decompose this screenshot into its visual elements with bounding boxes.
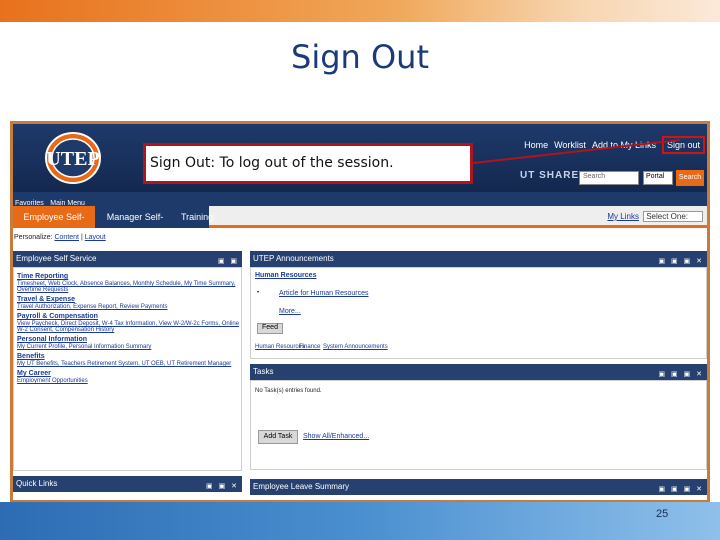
- bullet-icon: •: [257, 290, 260, 296]
- ess-links-list: Time Reporting Timesheet, Web Clock, Abs…: [17, 270, 241, 384]
- my-links-select[interactable]: Select One:: [643, 211, 703, 222]
- footer-finance-link[interactable]: Finance: [299, 344, 320, 350]
- tasks-title: Tasks: [253, 367, 274, 376]
- ess-links-payroll[interactable]: View Paycheck, Direct Deposit, W-4 Tax I…: [17, 321, 241, 333]
- feed-label: Feed: [262, 324, 278, 331]
- worklist-link[interactable]: Worklist: [554, 140, 586, 150]
- portal-select[interactable]: Portal: [643, 171, 673, 185]
- tab-manager-self-service[interactable]: Manager Self-Service: [95, 206, 175, 244]
- callout-text: : To log out of the session.: [210, 155, 394, 171]
- personalize-label: Personalize:: [14, 234, 53, 241]
- ess-heading-career[interactable]: My Career: [17, 370, 241, 377]
- search-input[interactable]: Search: [579, 171, 639, 185]
- tab-training[interactable]: Training: [175, 206, 213, 228]
- announcements-header: UTEP Announcements ▣ ▣ ▣ ✕: [250, 251, 707, 267]
- ess-links-benefits[interactable]: My UT Benefits, Teachers Retirement Syst…: [17, 361, 241, 367]
- more-link[interactable]: More...: [279, 308, 301, 315]
- leave-summary-title: Employee Leave Summary: [253, 482, 350, 491]
- personalize-bar: Personalize: Content | Layout: [14, 234, 106, 241]
- ess-heading-benefits[interactable]: Benefits: [17, 353, 241, 360]
- home-link[interactable]: Home: [524, 140, 548, 150]
- personalize-content-link[interactable]: Content: [54, 234, 79, 241]
- utep-logo-icon: UTEP: [45, 132, 101, 184]
- page-number: 25: [656, 508, 669, 520]
- favorites-bar: Favorites Main Menu: [13, 192, 707, 207]
- ess-links-personal[interactable]: My Current Profile, Personal Information…: [17, 344, 241, 350]
- hr-article-link[interactable]: Article for Human Resources: [279, 290, 368, 297]
- ess-links-career[interactable]: Employment Opportunities: [17, 378, 241, 384]
- callout-label: Sign Out: [150, 155, 211, 171]
- footer-hr-link[interactable]: Human Resources: [255, 344, 305, 350]
- tab-bar: Employee Self-Service Manager Self-Servi…: [13, 206, 707, 244]
- header-links: Home Worklist Add to My Links Sign out: [524, 136, 705, 154]
- my-links: My Links Select One:: [607, 211, 703, 222]
- footer-system-announcements-link[interactable]: System Announcements: [323, 344, 388, 350]
- ess-panel-title: Employee Self Service: [16, 254, 97, 263]
- add-task-button[interactable]: Add Task: [258, 430, 298, 444]
- ess-panel-header: Employee Self Service ▣ ▣: [13, 251, 242, 267]
- ut-share-brand: UT SHARE: [520, 170, 580, 181]
- add-to-my-links-link[interactable]: Add to My Links: [592, 140, 656, 150]
- leave-summary-header: Employee Leave Summary ▣ ▣ ▣ ✕: [250, 479, 707, 495]
- ess-heading-personal[interactable]: Personal Information: [17, 336, 241, 343]
- slide-title: Sign Out: [291, 38, 429, 76]
- hr-heading-link[interactable]: Human Resources: [255, 272, 316, 279]
- my-links-label[interactable]: My Links: [607, 212, 639, 221]
- panel-controls-icon[interactable]: ▣ ▣ ▣ ✕: [658, 482, 704, 498]
- tab-employee-self-service[interactable]: Employee Self-Service: [13, 206, 95, 244]
- sign-out-link[interactable]: Sign out: [661, 136, 705, 154]
- slide: Sign Out UTEP Home Worklist Add to My Li…: [0, 0, 720, 540]
- ess-heading-travel[interactable]: Travel & Expense: [17, 296, 241, 303]
- announcements-title: UTEP Announcements: [253, 254, 334, 263]
- personalize-layout-link[interactable]: Layout: [85, 234, 106, 241]
- panel-controls-icon[interactable]: ▣ ▣ ✕: [206, 479, 239, 495]
- ess-links-time[interactable]: Timesheet, Web Clock, Absence Balances, …: [17, 281, 241, 293]
- quick-links-title: Quick Links: [16, 479, 58, 488]
- search-button[interactable]: Search: [676, 170, 704, 186]
- svg-text:UTEP: UTEP: [46, 148, 99, 170]
- show-all-link[interactable]: Show All/Enhanced...: [303, 433, 369, 440]
- quick-links-header: Quick Links ▣ ▣ ✕: [13, 476, 242, 492]
- feed-button[interactable]: Feed: [257, 323, 283, 334]
- tasks-empty-text: No Task(s) entries found.: [255, 388, 322, 394]
- ess-heading-time[interactable]: Time Reporting: [17, 273, 241, 280]
- ess-heading-payroll[interactable]: Payroll & Compensation: [17, 313, 241, 320]
- tasks-header: Tasks ▣ ▣ ▣ ✕: [250, 364, 707, 380]
- top-gradient-bar: [0, 0, 720, 22]
- sign-out-callout: Sign Out: To log out of the session.: [143, 143, 473, 184]
- ess-links-travel[interactable]: Travel Authorization, Expense Report, Re…: [17, 304, 241, 310]
- bottom-gradient-bar: [0, 502, 720, 540]
